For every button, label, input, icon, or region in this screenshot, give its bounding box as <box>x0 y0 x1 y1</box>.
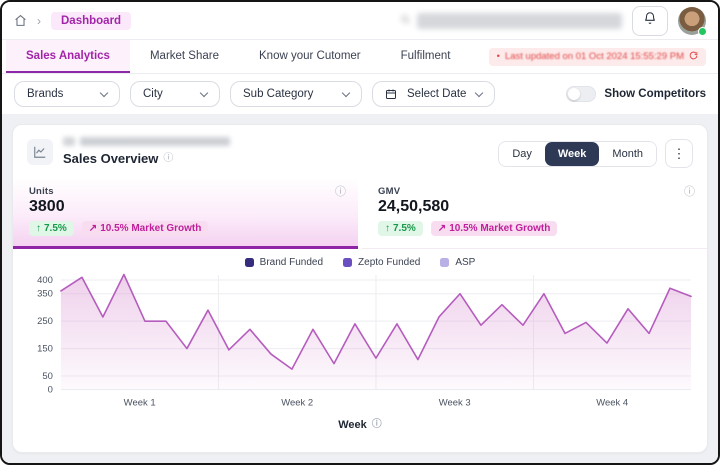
stat-gmv[interactable]: GMV 24,50,580 ↑ 7.5% ↗ 10.5% Market Growth… <box>362 178 707 249</box>
range-week-button[interactable]: Week <box>544 141 600 166</box>
search-input[interactable] <box>400 12 622 30</box>
select-date-label: Select Date <box>407 88 467 100</box>
calendar-icon <box>385 88 397 100</box>
svg-text:50: 50 <box>42 371 53 382</box>
arrow-up-icon: ↑ <box>385 223 390 234</box>
legend-swatch <box>244 258 254 267</box>
legend-item-zepto-funded[interactable]: Zepto Funded <box>343 257 420 268</box>
alert-dot-icon: • <box>496 51 500 62</box>
stat-value: 24,50,580 <box>378 198 450 215</box>
market-growth-badge: ↗ 10.5% Market Growth <box>81 221 209 236</box>
change-badge: ↑ 7.5% <box>378 221 423 236</box>
stat-units[interactable]: Units 3800 ↑ 7.5% ↗ 10.5% Market Growth ⓘ <box>13 178 358 249</box>
city-dropdown-label: City <box>143 88 163 100</box>
legend-swatch <box>343 258 353 267</box>
card-header: Sales Overview ⓘ Day Week Month ⋮ <box>13 125 707 174</box>
show-competitors-toggle[interactable] <box>566 86 597 102</box>
chevron-down-icon <box>475 88 484 97</box>
x-axis-title: Week ⓘ <box>338 418 382 431</box>
filter-bar: Brands City Sub Category Select Date Sho… <box>2 74 718 114</box>
stat-label: Units <box>29 186 54 197</box>
chevron-down-icon <box>341 88 351 97</box>
breadcrumb-current-page[interactable]: Dashboard <box>51 11 132 30</box>
redacted-card-subtitle <box>63 137 230 146</box>
market-growth-badge: ↗ 10.5% Market Growth <box>430 221 558 236</box>
range-segmented-control: Day Week Month <box>498 140 657 167</box>
stats-row: Units 3800 ↑ 7.5% ↗ 10.5% Market Growth ⓘ … <box>13 178 707 249</box>
notifications-button[interactable] <box>632 5 668 36</box>
breadcrumb-separator: › <box>37 13 41 28</box>
chart-area: 0 50 150 250 350 400 Week 1 Week 2 Week 3 Week 4 <box>13 270 707 417</box>
tab-market-share[interactable]: Market Share <box>130 40 239 73</box>
select-date-dropdown[interactable]: Select Date <box>372 81 496 107</box>
avatar[interactable] <box>678 6 707 36</box>
brands-dropdown[interactable]: Brands <box>14 81 120 107</box>
tab-know-your-customer[interactable]: Know your Cutomer <box>239 40 381 73</box>
home-icon[interactable] <box>14 14 27 27</box>
info-icon[interactable]: ⓘ <box>372 419 382 430</box>
chevron-down-icon <box>199 88 209 97</box>
card-title: Sales Overview <box>63 151 159 166</box>
brands-dropdown-label: Brands <box>27 88 64 100</box>
last-updated-text: Last updated on 01 Oct 2024 15:55:29 PM <box>504 51 684 62</box>
change-badge: ↑ 7.5% <box>29 221 74 236</box>
show-competitors-label: Show Competitors <box>604 88 706 100</box>
trend-up-icon: ↗ <box>437 223 447 234</box>
range-month-button[interactable]: Month <box>599 141 656 166</box>
svg-text:350: 350 <box>37 289 53 300</box>
sales-overview-card: Sales Overview ⓘ Day Week Month ⋮ Units <box>12 124 708 453</box>
toggle-knob <box>568 88 581 100</box>
last-updated-badge: • Last updated on 01 Oct 2024 15:55:29 P… <box>488 47 706 66</box>
refresh-icon[interactable] <box>689 51 698 63</box>
svg-text:Week 2: Week 2 <box>281 398 313 409</box>
search-icon <box>400 12 411 30</box>
top-header: › Dashboard <box>2 2 718 40</box>
legend-item-brand-funded[interactable]: Brand Funded <box>244 257 323 268</box>
info-icon[interactable]: ⓘ <box>163 153 173 164</box>
more-options-button[interactable]: ⋮ <box>665 139 693 168</box>
online-status-dot <box>698 26 707 36</box>
svg-text:0: 0 <box>48 385 53 396</box>
chart-legend: Brand Funded Zepto Funded ASP <box>13 249 707 270</box>
chevron-down-icon <box>99 88 109 97</box>
svg-text:150: 150 <box>37 344 53 355</box>
svg-text:400: 400 <box>37 275 53 286</box>
city-dropdown[interactable]: City <box>130 81 220 107</box>
svg-text:Week 3: Week 3 <box>439 398 471 409</box>
redacted-search-text <box>417 12 622 29</box>
arrow-up-icon: ↑ <box>36 223 41 234</box>
stat-label: GMV <box>378 186 401 197</box>
svg-text:250: 250 <box>37 316 53 327</box>
svg-text:Week 4: Week 4 <box>596 398 628 409</box>
tab-sales-analytics[interactable]: Sales Analytics <box>6 40 130 73</box>
trend-up-icon: ↗ <box>88 223 98 234</box>
sub-category-dropdown[interactable]: Sub Category <box>230 81 362 107</box>
legend-swatch <box>440 258 450 267</box>
sub-category-dropdown-label: Sub Category <box>243 88 314 100</box>
main-content: Sales Overview ⓘ Day Week Month ⋮ Units <box>2 114 718 463</box>
sales-area-chart: 0 50 150 250 350 400 Week 1 Week 2 Week 3 Week 4 <box>37 273 692 409</box>
svg-text:Week 1: Week 1 <box>124 398 156 409</box>
tab-fulfilment[interactable]: Fulfilment <box>381 40 471 73</box>
app-window: › Dashboard Sales Analytics Market Share… <box>0 0 720 465</box>
info-icon[interactable]: ⓘ <box>684 187 695 198</box>
bell-icon <box>643 11 657 30</box>
info-icon[interactable]: ⓘ <box>335 187 346 198</box>
range-day-button[interactable]: Day <box>499 141 545 166</box>
tab-bar: Sales Analytics Market Share Know your C… <box>2 40 718 74</box>
legend-item-asp[interactable]: ASP <box>440 257 475 268</box>
line-chart-icon <box>27 139 53 165</box>
stat-value: 3800 <box>29 198 65 215</box>
